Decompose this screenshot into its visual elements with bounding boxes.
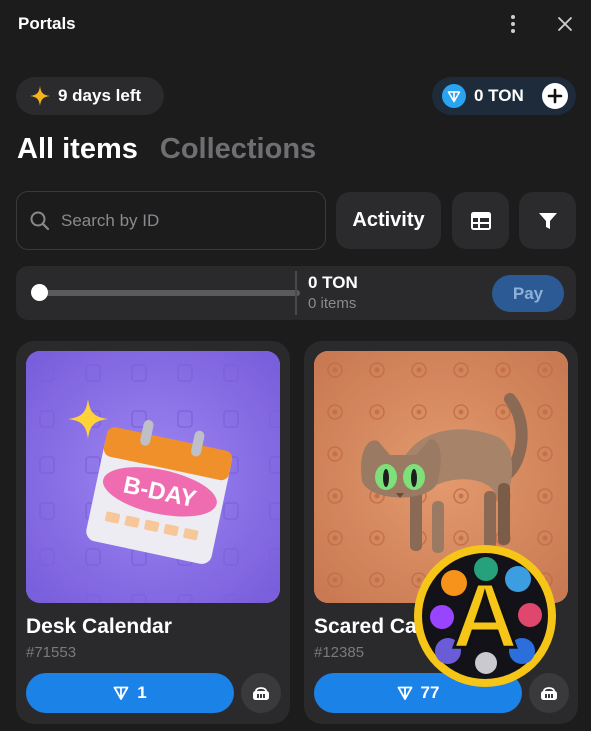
pay-button[interactable]: Pay	[492, 275, 564, 312]
crypto-coins-badge-logo: A	[414, 545, 556, 687]
activity-button[interactable]: Activity	[336, 192, 441, 249]
sweep-slider-thumb[interactable]	[31, 284, 48, 301]
item-image: B-DAY	[26, 351, 280, 603]
tab-all-items[interactable]: All items	[17, 133, 138, 166]
balance-label: 0 TON	[474, 86, 524, 105]
balance-pill[interactable]: 0 TON	[432, 77, 576, 115]
add-to-cart-button[interactable]	[241, 673, 281, 713]
table-layout-icon	[470, 211, 491, 230]
basket-icon	[253, 687, 269, 700]
item-id: #12385	[314, 644, 365, 661]
item-price: 1	[137, 683, 147, 702]
sweep-bar: 0 TON 0 items Pay	[16, 266, 576, 320]
window-title: Portals	[18, 14, 76, 33]
more-vertical-icon[interactable]	[504, 13, 522, 35]
subscription-days-badge[interactable]: 9 days left	[16, 77, 164, 115]
item-name: Scared Ca	[314, 615, 417, 638]
sweep-item-count: 0 items	[308, 295, 357, 312]
search-box[interactable]	[16, 191, 326, 250]
sparkle-icon	[30, 86, 50, 106]
sweep-slider-track[interactable]	[40, 290, 300, 296]
close-icon[interactable]	[554, 13, 576, 35]
filter-button[interactable]	[519, 192, 576, 249]
search-icon	[30, 211, 50, 230]
buy-button[interactable]: 1	[26, 673, 234, 713]
section-tabs: All items Collections	[17, 133, 316, 166]
ton-icon	[442, 84, 466, 108]
ton-icon	[113, 686, 129, 700]
item-card[interactable]: B-DAY Desk Calendar #71553 1	[16, 341, 290, 724]
filter-icon	[538, 212, 557, 229]
ton-icon	[397, 686, 412, 700]
search-input[interactable]	[61, 210, 301, 231]
days-left-label: 9 days left	[58, 86, 142, 105]
layout-toggle-button[interactable]	[452, 192, 509, 249]
sweep-total: 0 TON	[308, 273, 358, 292]
divider	[295, 271, 297, 315]
badge-letter: A	[452, 565, 518, 667]
item-name: Desk Calendar	[26, 615, 172, 638]
title-bar: Portals	[0, 0, 591, 48]
tab-collections[interactable]: Collections	[160, 133, 316, 166]
item-id: #71553	[26, 644, 77, 661]
desk-calendar-illustration: B-DAY	[26, 351, 280, 603]
add-funds-icon[interactable]	[542, 83, 568, 109]
